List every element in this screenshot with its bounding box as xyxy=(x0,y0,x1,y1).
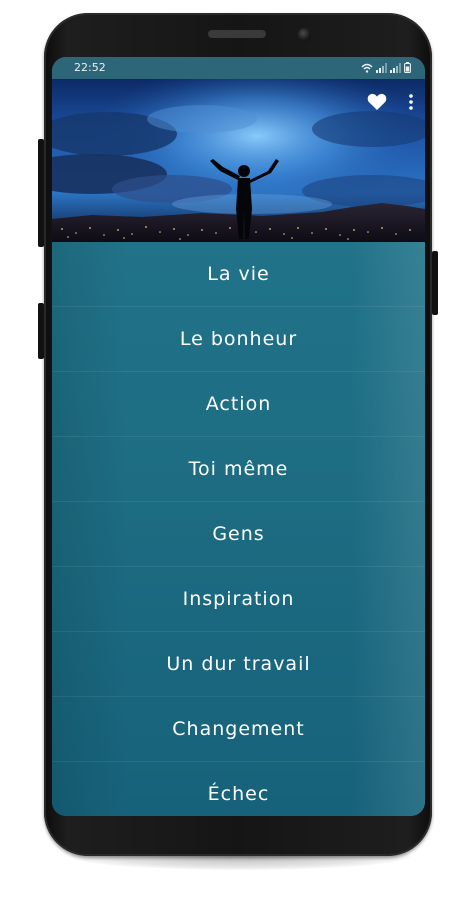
phone-speaker xyxy=(208,30,266,38)
favorites-button[interactable] xyxy=(367,93,387,111)
header-image xyxy=(52,79,425,242)
phone-volume-button xyxy=(38,139,44,247)
battery-icon xyxy=(404,62,411,73)
status-bar: 22:52 xyxy=(52,57,425,79)
status-icons xyxy=(361,62,411,73)
category-item-toi-meme[interactable]: Toi même xyxy=(52,437,425,502)
category-item-inspiration[interactable]: Inspiration xyxy=(52,567,425,632)
more-options-button[interactable] xyxy=(409,94,413,110)
category-item-echec[interactable]: Échec xyxy=(52,762,425,816)
category-item-changement[interactable]: Changement xyxy=(52,697,425,762)
category-item-gens[interactable]: Gens xyxy=(52,502,425,567)
category-item-action[interactable]: Action xyxy=(52,372,425,437)
category-list: La vie Le bonheur Action Toi même Gens I… xyxy=(52,242,425,816)
category-item-un-dur-travail[interactable]: Un dur travail xyxy=(52,632,425,697)
phone-bixby-button xyxy=(38,303,44,359)
signal-icon-2 xyxy=(390,63,401,73)
heart-icon xyxy=(367,93,387,111)
app-screen: 22:52 La vie Le bonheur Action Toi même … xyxy=(52,57,425,816)
header-actions xyxy=(367,93,413,111)
category-item-la-vie[interactable]: La vie xyxy=(52,242,425,307)
app-store-screenshot: 22:52 La vie Le bonheur Action Toi même … xyxy=(0,0,476,900)
more-vertical-icon xyxy=(409,94,413,110)
category-item-le-bonheur[interactable]: Le bonheur xyxy=(52,307,425,372)
status-time: 22:52 xyxy=(74,61,106,74)
phone-power-button xyxy=(432,251,438,315)
wifi-icon xyxy=(361,63,373,73)
signal-icon xyxy=(376,63,387,73)
front-camera xyxy=(298,28,311,41)
